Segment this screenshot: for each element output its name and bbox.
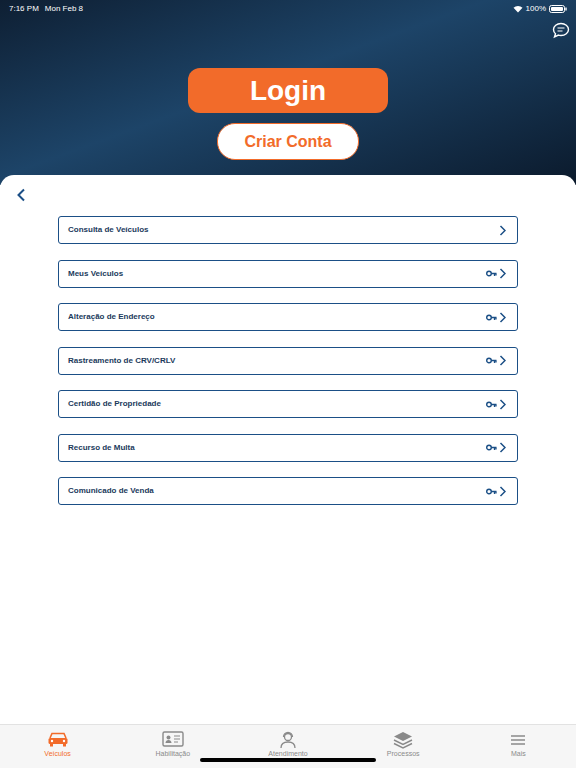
tab-label: Habilitação xyxy=(155,749,190,758)
car-icon xyxy=(46,729,70,749)
tab-label: Mais xyxy=(511,749,526,758)
agent-icon xyxy=(276,729,300,749)
battery-level: 100% xyxy=(526,3,546,15)
menu-icon xyxy=(506,729,530,749)
chevron-right-icon xyxy=(499,268,506,279)
menu-item-icons xyxy=(486,312,506,323)
menu-item[interactable]: Certidão de Propriedade xyxy=(58,390,518,418)
tab[interactable]: Mais xyxy=(461,725,576,768)
tab-label: Processos xyxy=(387,749,420,758)
chevron-right-icon xyxy=(499,355,506,366)
back-button[interactable] xyxy=(0,175,576,216)
menu-item-label: Alteração de Endereço xyxy=(68,311,155,323)
chevron-right-icon xyxy=(499,486,506,497)
tab-label: Atendimento xyxy=(268,749,307,758)
wifi-icon xyxy=(513,5,523,13)
layers-icon xyxy=(391,729,415,749)
menu-item-label: Recurso de Multa xyxy=(68,442,135,454)
menu-item-icons xyxy=(486,268,506,279)
tab-label: Veículos xyxy=(44,749,70,758)
license-card-icon xyxy=(161,729,185,749)
chevron-right-icon xyxy=(499,399,506,410)
create-account-button[interactable]: Criar Conta xyxy=(217,123,359,160)
tab[interactable]: Veículos xyxy=(0,725,115,768)
status-date: Mon Feb 8 xyxy=(45,3,83,15)
chevron-right-icon xyxy=(499,442,506,453)
menu-item-label: Certidão de Propriedade xyxy=(68,398,161,410)
status-time: 7:16 PM xyxy=(9,3,39,15)
login-button[interactable]: Login xyxy=(188,68,388,113)
menu-sheet: Consulta de Veículos Meus Veículos Alteraç… xyxy=(0,175,576,724)
key-icon xyxy=(486,357,497,364)
auth-buttons: Login Criar Conta xyxy=(0,14,576,160)
home-indicator xyxy=(200,758,376,762)
chat-icon xyxy=(552,22,570,39)
menu-list: Consulta de Veículos Meus Veículos Alteraç… xyxy=(0,216,576,505)
menu-item-label: Meus Veículos xyxy=(68,268,123,280)
menu-item-icons xyxy=(486,399,506,410)
status-bar: 7:16 PM Mon Feb 8 100% xyxy=(0,0,576,14)
menu-item[interactable]: Alteração de Endereço xyxy=(58,303,518,331)
menu-item-label: Consulta de Veículos xyxy=(68,224,148,236)
chevron-right-icon xyxy=(499,312,506,323)
menu-item-label: Comunicado de Venda xyxy=(68,485,154,497)
key-icon xyxy=(486,488,497,495)
key-icon xyxy=(486,270,497,277)
battery-icon xyxy=(549,5,567,13)
menu-item-label: Rastreamento de CRV/CRLV xyxy=(68,355,175,367)
menu-item-icons xyxy=(486,442,506,453)
chevron-right-icon xyxy=(499,225,506,236)
menu-item-icons xyxy=(486,355,506,366)
menu-item[interactable]: Meus Veículos xyxy=(58,260,518,288)
status-left: 7:16 PM Mon Feb 8 xyxy=(9,3,83,15)
key-icon xyxy=(486,444,497,451)
menu-item[interactable]: Rastreamento de CRV/CRLV xyxy=(58,347,518,375)
menu-item-icons xyxy=(486,486,506,497)
header: 7:16 PM Mon Feb 8 100% Login Criar Conta xyxy=(0,0,576,185)
key-icon xyxy=(486,314,497,321)
status-right: 100% xyxy=(513,3,567,15)
tab-bar: Veículos Habilitação Atendimento Processos M… xyxy=(0,724,576,768)
back-chevron-icon xyxy=(16,188,26,202)
menu-item[interactable]: Recurso de Multa xyxy=(58,434,518,462)
chat-button[interactable] xyxy=(552,22,570,39)
menu-item-icons xyxy=(499,225,506,236)
key-icon xyxy=(486,401,497,408)
menu-item[interactable]: Consulta de Veículos xyxy=(58,216,518,244)
menu-item[interactable]: Comunicado de Venda xyxy=(58,477,518,505)
